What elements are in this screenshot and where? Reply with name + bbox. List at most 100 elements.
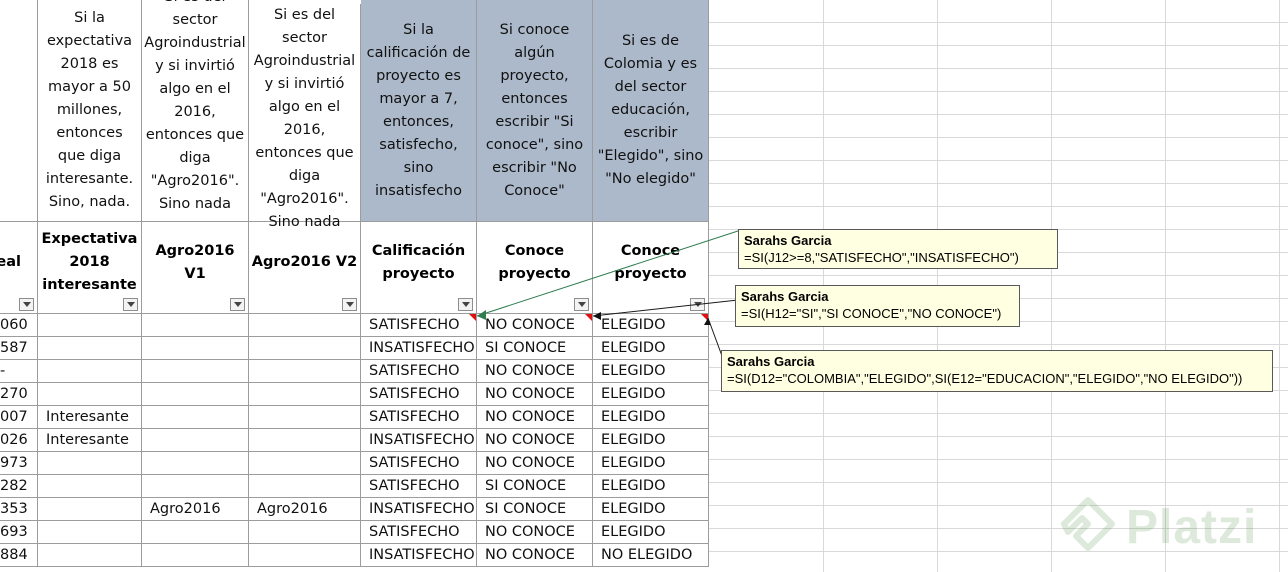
cell-elegido[interactable]: ELEGIDO (593, 521, 709, 544)
cell-expectativa[interactable] (38, 314, 142, 337)
cell-valor[interactable]: 026 (0, 429, 38, 452)
cell-calificacion[interactable]: SATISFECHO (361, 521, 477, 544)
cell-agro2016-v2[interactable]: Agro2016 (249, 498, 361, 521)
cell-calificacion[interactable]: SATISFECHO (361, 383, 477, 406)
cell-agro2016-v1[interactable] (142, 429, 249, 452)
description-cell-calificacion[interactable]: Si la calificación de proyecto es mayor … (361, 0, 477, 222)
description-cell-agro2016-v1[interactable]: Si es del sector Agroindustrial y si inv… (142, 0, 249, 222)
cell-expectativa[interactable] (38, 452, 142, 475)
cell-agro2016-v2[interactable] (249, 360, 361, 383)
cell-valor[interactable]: 353 (0, 498, 38, 521)
filter-dropdown-button[interactable] (458, 298, 473, 311)
cell-elegido[interactable]: ELEGIDO (593, 452, 709, 475)
cell-elegido[interactable]: ELEGIDO (593, 383, 709, 406)
cell-calificacion[interactable]: INSATISFECHO (361, 544, 477, 567)
cell-valor[interactable]: 060 (0, 314, 38, 337)
filter-dropdown-button[interactable] (123, 298, 138, 311)
cell-agro2016-v1[interactable] (142, 544, 249, 567)
cell-conoce[interactable]: NO CONOCE (477, 429, 593, 452)
cell-agro2016-v1[interactable] (142, 383, 249, 406)
cell-calificacion[interactable]: SATISFECHO (361, 406, 477, 429)
cell-conoce[interactable]: SI CONOCE (477, 337, 593, 360)
cell-elegido[interactable]: ELEGIDO (593, 314, 709, 337)
filter-dropdown-button[interactable] (19, 298, 34, 311)
description-cell-elegido[interactable]: Si es de Colomia y es del sector educaci… (593, 0, 709, 222)
cell-agro2016-v1[interactable] (142, 314, 249, 337)
cell-agro2016-v2[interactable] (249, 337, 361, 360)
header-cell-elegido[interactable]: Conoce proyecto (593, 222, 709, 314)
cell-agro2016-v2[interactable] (249, 314, 361, 337)
filter-dropdown-button[interactable] (690, 298, 705, 311)
header-cell-calificacion[interactable]: Calificación proyecto (361, 222, 477, 314)
header-cell-expectativa[interactable]: Expectativa 2018 interesante (38, 222, 142, 314)
cell-conoce[interactable]: NO CONOCE (477, 314, 593, 337)
cell-expectativa[interactable] (38, 360, 142, 383)
cell-conoce[interactable]: NO CONOCE (477, 521, 593, 544)
cell-elegido[interactable]: ELEGIDO (593, 498, 709, 521)
cell-agro2016-v1[interactable] (142, 521, 249, 544)
cell-agro2016-v1[interactable]: Agro2016 (142, 498, 249, 521)
filter-dropdown-button[interactable] (342, 298, 357, 311)
cell-agro2016-v2[interactable] (249, 383, 361, 406)
cell-agro2016-v2[interactable] (249, 544, 361, 567)
description-cell-col1[interactable] (0, 0, 38, 222)
description-cell-conoce[interactable]: Si conoce algún proyecto, entonces escri… (477, 0, 593, 222)
cell-elegido[interactable]: ELEGIDO (593, 406, 709, 429)
cell-conoce[interactable]: NO CONOCE (477, 383, 593, 406)
cell-expectativa[interactable] (38, 544, 142, 567)
cell-conoce[interactable]: NO CONOCE (477, 360, 593, 383)
comment-box-elegido[interactable]: Sarahs Garcia =SI(D12="COLOMBIA","ELEGID… (721, 350, 1273, 392)
cell-valor[interactable]: 693 (0, 521, 38, 544)
cell-elegido[interactable]: ELEGIDO (593, 337, 709, 360)
cell-expectativa[interactable] (38, 521, 142, 544)
cell-valor[interactable]: - (0, 360, 38, 383)
cell-calificacion[interactable]: INSATISFECHO (361, 498, 477, 521)
cell-conoce[interactable]: SI CONOCE (477, 498, 593, 521)
comment-indicator[interactable] (469, 314, 476, 321)
cell-conoce[interactable]: NO CONOCE (477, 544, 593, 567)
cell-valor[interactable]: 884 (0, 544, 38, 567)
cell-calificacion[interactable]: INSATISFECHO (361, 337, 477, 360)
cell-agro2016-v1[interactable] (142, 452, 249, 475)
cell-expectativa[interactable]: Interesante (38, 429, 142, 452)
header-cell-agro2016-v2[interactable]: Agro2016 V2 (249, 222, 361, 314)
cell-valor[interactable]: 973 (0, 452, 38, 475)
cell-elegido[interactable]: ELEGIDO (593, 360, 709, 383)
cell-valor[interactable]: 282 (0, 475, 38, 498)
cell-agro2016-v2[interactable] (249, 406, 361, 429)
comment-indicator[interactable] (585, 314, 592, 321)
cell-elegido[interactable]: ELEGIDO (593, 475, 709, 498)
cell-conoce[interactable]: NO CONOCE (477, 452, 593, 475)
description-cell-expectativa[interactable]: Si la expectativa 2018 es mayor a 50 mil… (38, 0, 142, 222)
description-cell-agro2016-v2[interactable]: Si es del sector Agroindustrial y si inv… (249, 4, 361, 230)
cell-agro2016-v2[interactable] (249, 475, 361, 498)
cell-valor[interactable]: 007 (0, 406, 38, 429)
cell-valor[interactable]: 270 (0, 383, 38, 406)
cell-expectativa[interactable] (38, 498, 142, 521)
cell-agro2016-v1[interactable] (142, 360, 249, 383)
cell-calificacion[interactable]: INSATISFECHO (361, 429, 477, 452)
cell-calificacion[interactable]: SATISFECHO (361, 314, 477, 337)
cell-elegido[interactable]: ELEGIDO (593, 429, 709, 452)
comment-box-calificacion[interactable]: Sarahs Garcia =SI(J12>=8,"SATISFECHO","I… (738, 229, 1058, 269)
cell-agro2016-v1[interactable] (142, 337, 249, 360)
header-cell-conoce[interactable]: Conoce proyecto (477, 222, 593, 314)
cell-valor[interactable]: 587 (0, 337, 38, 360)
cell-agro2016-v2[interactable] (249, 521, 361, 544)
filter-dropdown-button[interactable] (574, 298, 589, 311)
comment-box-conoce[interactable]: Sarahs Garcia =SI(H12="SI","SI CONOCE","… (735, 285, 1020, 327)
cell-agro2016-v2[interactable] (249, 429, 361, 452)
cell-expectativa[interactable] (38, 475, 142, 498)
cell-conoce[interactable]: NO CONOCE (477, 406, 593, 429)
cell-agro2016-v2[interactable] (249, 452, 361, 475)
header-cell-agro2016-v1[interactable]: Agro2016 V1 (142, 222, 249, 314)
header-cell-valor[interactable]: eal (0, 222, 38, 314)
cell-calificacion[interactable]: SATISFECHO (361, 475, 477, 498)
cell-calificacion[interactable]: SATISFECHO (361, 452, 477, 475)
cell-expectativa[interactable] (38, 383, 142, 406)
comment-indicator[interactable] (701, 314, 708, 321)
cell-calificacion[interactable]: SATISFECHO (361, 360, 477, 383)
cell-elegido[interactable]: NO ELEGIDO (593, 544, 709, 567)
cell-agro2016-v1[interactable] (142, 406, 249, 429)
filter-dropdown-button[interactable] (230, 298, 245, 311)
